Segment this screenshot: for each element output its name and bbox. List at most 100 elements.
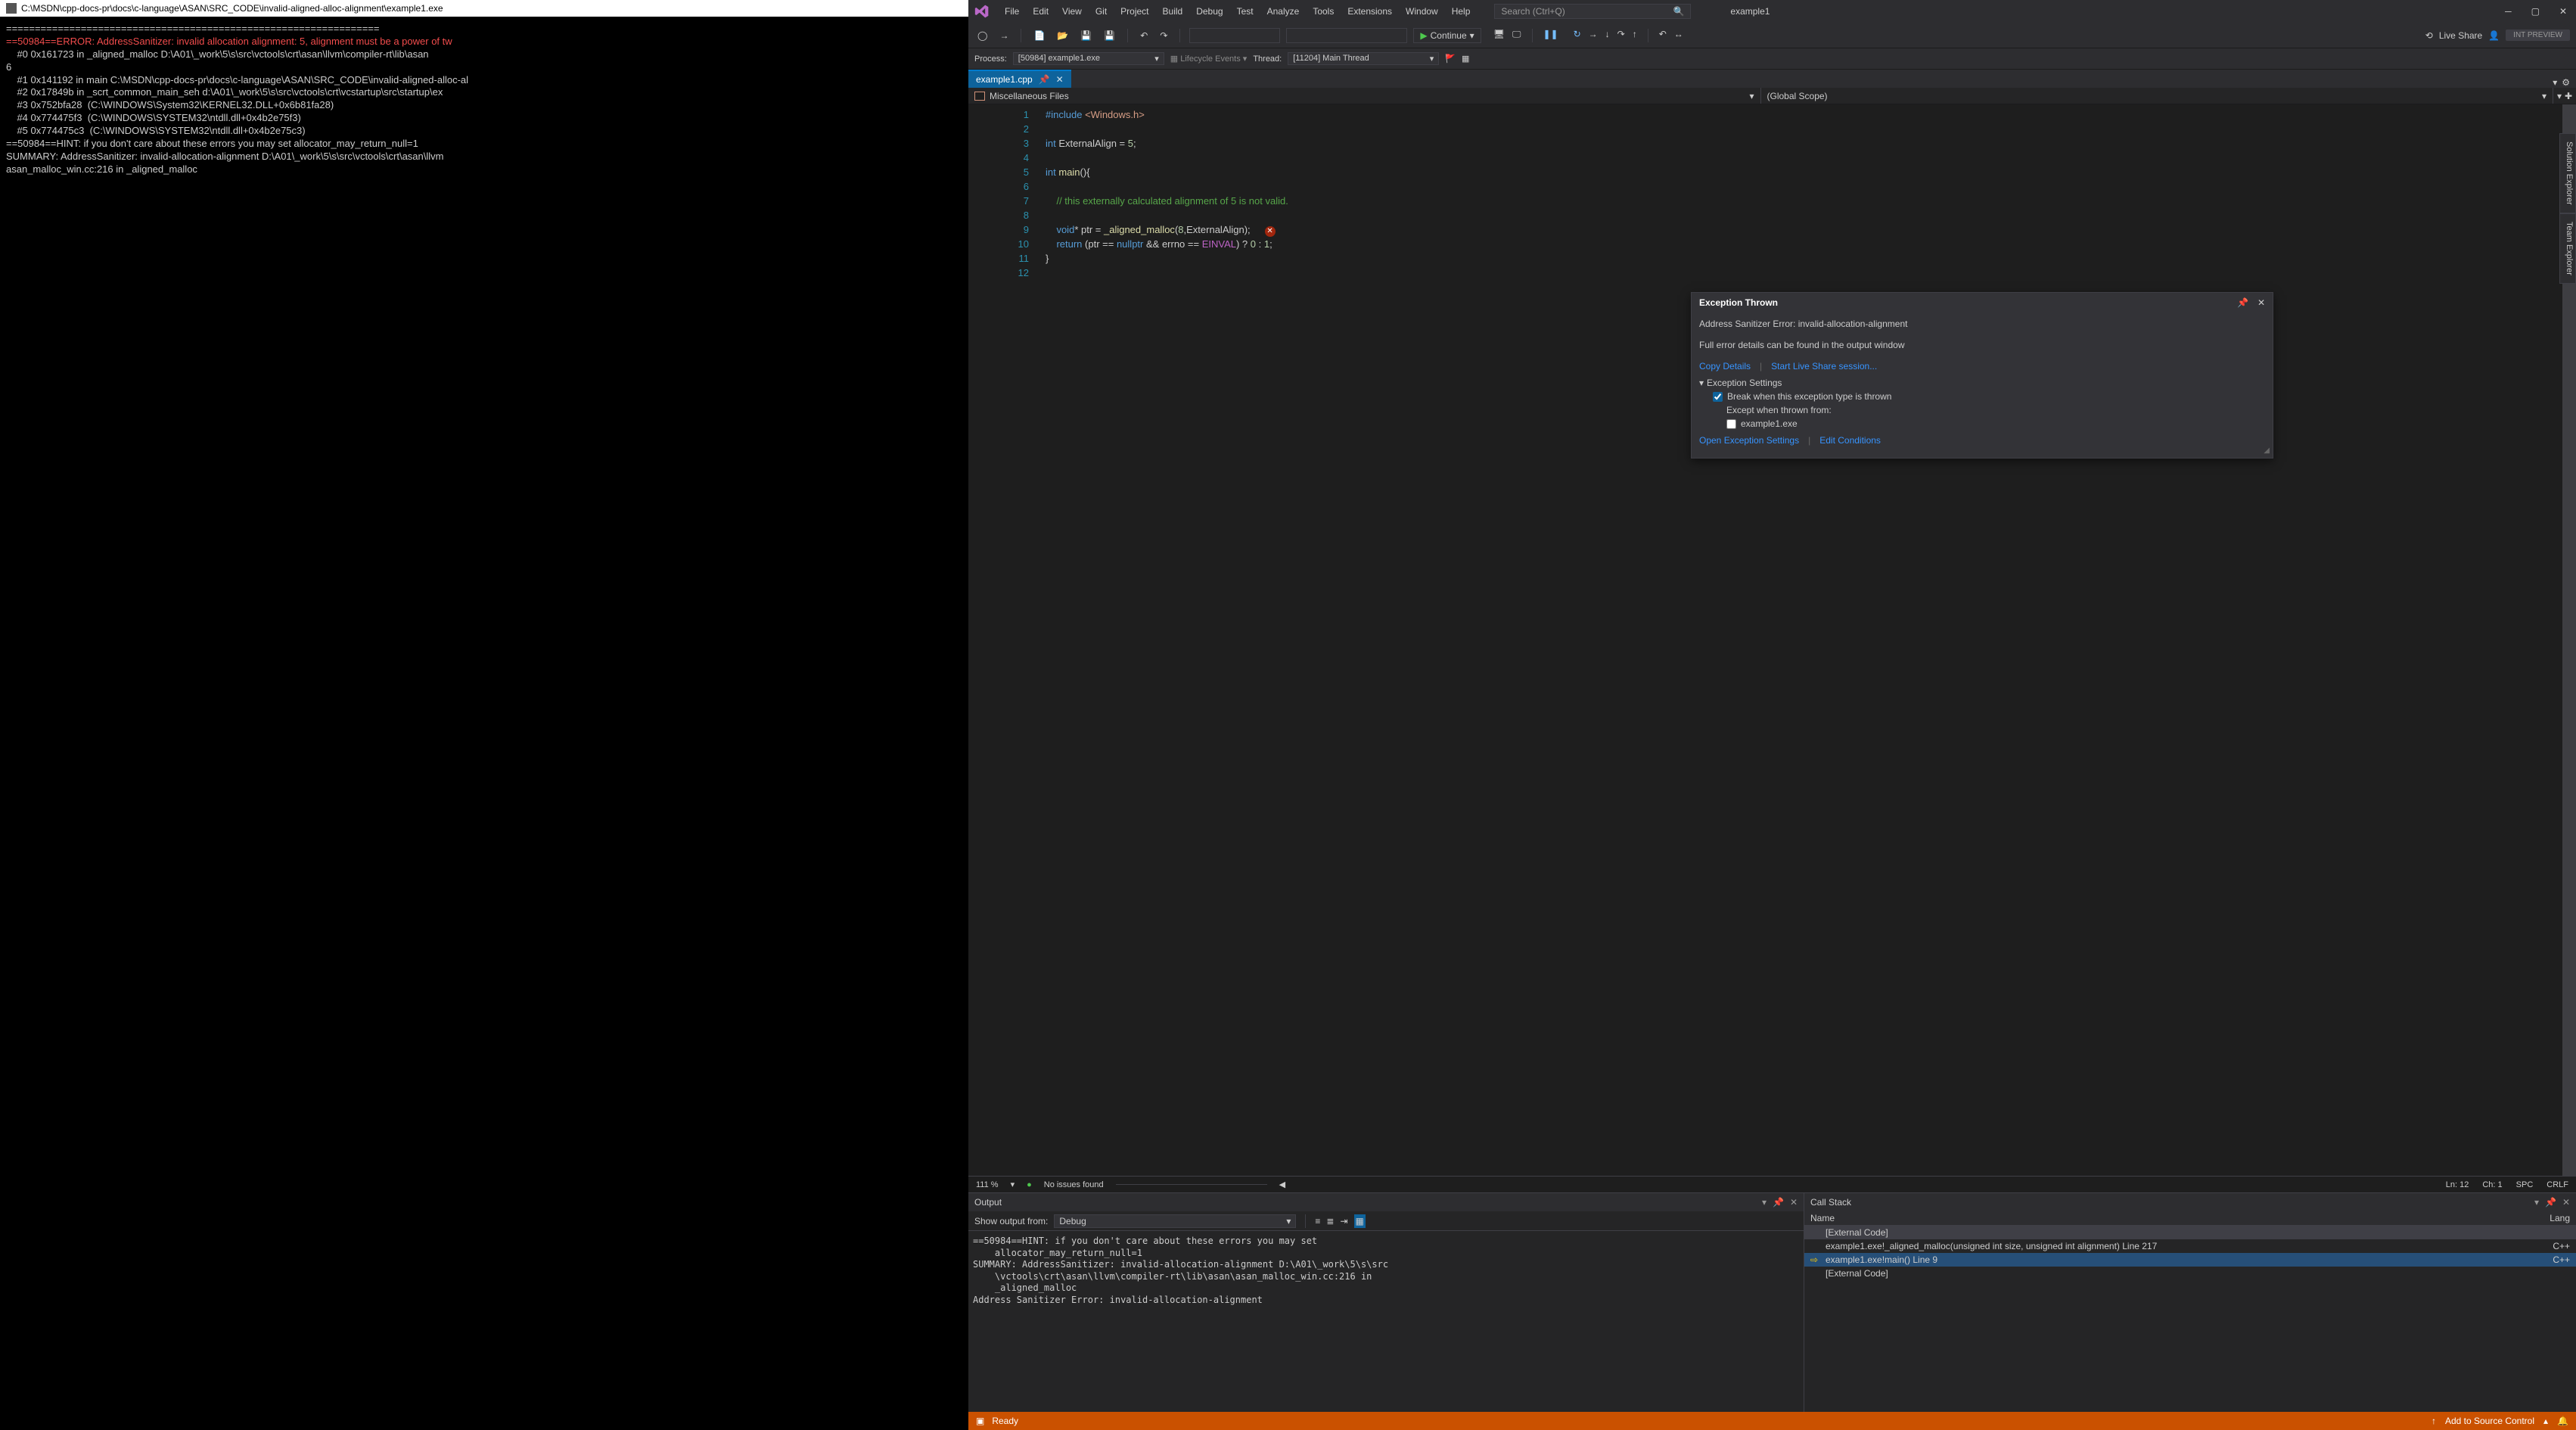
open-icon[interactable]: 📂: [1054, 29, 1071, 42]
clear-output-icon[interactable]: ≡: [1315, 1216, 1320, 1226]
pin-popup-icon[interactable]: 📌: [2237, 297, 2248, 308]
code-editor[interactable]: 123456789101112 #include <Windows.h> int…: [999, 104, 2562, 1176]
pin-icon[interactable]: 📌: [1039, 74, 1050, 85]
tab-example1-cpp[interactable]: example1.cpp 📌 ✕: [968, 70, 1071, 88]
lineending-indicator[interactable]: CRLF: [2546, 1180, 2568, 1189]
menu-edit[interactable]: Edit: [1027, 3, 1055, 20]
menu-file[interactable]: File: [999, 3, 1025, 20]
thread-dropdown[interactable]: [11204] Main Thread▾: [1288, 52, 1439, 65]
pause-icon[interactable]: ❚❚: [1543, 29, 1558, 42]
liveshare-label[interactable]: Live Share: [2439, 30, 2482, 41]
menu-view[interactable]: View: [1056, 3, 1088, 20]
close-popup-icon[interactable]: ✕: [2257, 297, 2265, 308]
menu-tools[interactable]: Tools: [1307, 3, 1340, 20]
close-button[interactable]: ✕: [2556, 6, 2570, 17]
issues-text[interactable]: No issues found: [1044, 1180, 1104, 1189]
maximize-button[interactable]: ▢: [2528, 6, 2543, 17]
menu-debug[interactable]: Debug: [1190, 3, 1229, 20]
play-icon: ▶: [1420, 30, 1427, 41]
toggle-wrap-icon[interactable]: ≣: [1326, 1216, 1334, 1226]
stack-frame-icon[interactable]: ▦: [1462, 54, 1469, 64]
zoom-level[interactable]: 111 %: [976, 1180, 999, 1189]
cs-pin-icon[interactable]: 📌: [2545, 1197, 2556, 1208]
nav-fwd-icon[interactable]: →: [996, 29, 1011, 42]
start-liveshare-link[interactable]: Start Live Share session...: [1771, 361, 1877, 371]
open-exception-settings-link[interactable]: Open Exception Settings: [1699, 435, 1799, 446]
new-file-icon[interactable]: 📄: [1030, 29, 1048, 42]
menu-project[interactable]: Project: [1114, 3, 1154, 20]
step-out-icon[interactable]: ↑: [1633, 29, 1637, 42]
goto-icon[interactable]: ⇥: [1340, 1216, 1347, 1226]
exception-settings-expander[interactable]: ▾ Exception Settings: [1699, 378, 2265, 388]
continue-button[interactable]: ▶ Continue ▾: [1413, 28, 1481, 43]
line-indicator[interactable]: Ln: 12: [2446, 1180, 2469, 1189]
save-icon[interactable]: 💾: [1077, 29, 1095, 42]
source-control-dropdown-icon[interactable]: ▴: [2543, 1416, 2548, 1426]
panel-pin-icon[interactable]: 📌: [1773, 1197, 1784, 1208]
add-icon[interactable]: ✚: [2565, 91, 2572, 101]
notification-icon[interactable]: 🔔: [2557, 1416, 2568, 1426]
lifecycle-events[interactable]: ▦ Lifecycle Events ▾: [1170, 54, 1248, 64]
account-icon[interactable]: 👤: [2488, 30, 2500, 41]
process-label: Process:: [974, 54, 1007, 64]
show-next-icon[interactable]: →: [1589, 29, 1598, 42]
menu-analyze[interactable]: Analyze: [1261, 3, 1306, 20]
callstack-row[interactable]: example1.exe!_aligned_malloc(unsigned in…: [1804, 1239, 2576, 1253]
callstack-panel: Call Stack ▾ 📌 ✕ Name Lang [External Cod…: [1804, 1193, 2576, 1412]
break-when-thrown-checkbox[interactable]: [1713, 392, 1723, 402]
code-content[interactable]: #include <Windows.h> int ExternalAlign =…: [1036, 104, 2562, 1176]
char-indicator[interactable]: Ch: 1: [2482, 1180, 2502, 1189]
breakpoint-margin[interactable]: [968, 104, 999, 1176]
search-box[interactable]: Search (Ctrl+Q) 🔍: [1494, 4, 1691, 19]
menu-git[interactable]: Git: [1089, 3, 1113, 20]
forward-icon[interactable]: ↔: [1674, 29, 1683, 42]
callstack-row[interactable]: [External Code]: [1804, 1267, 2576, 1280]
except-from-checkbox[interactable]: [1726, 419, 1736, 429]
screen-icon[interactable]: 🖵: [1512, 29, 1521, 42]
cs-close-icon[interactable]: ✕: [2562, 1197, 2570, 1208]
panel-close-icon[interactable]: ✕: [1790, 1197, 1798, 1208]
add-source-control-icon[interactable]: ↑: [2432, 1416, 2436, 1426]
process-dropdown[interactable]: [50984] example1.exe▾: [1013, 52, 1164, 65]
liveshare-icon[interactable]: ⟲: [2425, 30, 2433, 41]
config-dropdown[interactable]: [1189, 28, 1280, 43]
scope-dropdown-right[interactable]: (Global Scope) ▾: [1761, 88, 2554, 104]
tab-dropdown-icon[interactable]: ▾: [2553, 77, 2557, 88]
edit-conditions-link[interactable]: Edit Conditions: [1819, 435, 1881, 446]
nav-back-icon[interactable]: ◯: [974, 29, 990, 42]
menu-test[interactable]: Test: [1231, 3, 1260, 20]
split-icon[interactable]: ▾: [2557, 91, 2562, 101]
add-source-control[interactable]: Add to Source Control: [2445, 1416, 2534, 1426]
callstack-row[interactable]: ⇨example1.exe!main() Line 9C++: [1804, 1253, 2576, 1267]
restart-icon[interactable]: ↻: [1574, 29, 1581, 42]
menu-build[interactable]: Build: [1157, 3, 1189, 20]
flag-icon[interactable]: 🚩: [1445, 54, 1456, 64]
browser-icon[interactable]: 🖥: [1493, 29, 1505, 42]
panel-dropdown-icon[interactable]: ▾: [1762, 1197, 1767, 1208]
step-over-icon[interactable]: ↷: [1617, 29, 1625, 42]
save-all-icon[interactable]: 💾: [1101, 29, 1118, 42]
output-text[interactable]: ==50984==HINT: if you don't care about t…: [968, 1231, 1804, 1412]
menu-help[interactable]: Help: [1446, 3, 1477, 20]
step-into-icon[interactable]: ↓: [1605, 29, 1610, 42]
menu-extensions[interactable]: Extensions: [1341, 3, 1398, 20]
undo-icon[interactable]: ↶: [1137, 29, 1151, 42]
settings-icon[interactable]: ⚙: [2562, 77, 2570, 88]
sidetab-team-explorer[interactable]: Team Explorer: [2559, 213, 2576, 284]
resize-grip-icon[interactable]: ◢: [2264, 446, 2270, 455]
scope-dropdown-left[interactable]: Miscellaneous Files ▾: [968, 88, 1761, 104]
callstack-row[interactable]: [External Code]: [1804, 1226, 2576, 1239]
close-tab-icon[interactable]: ✕: [1056, 74, 1064, 85]
copy-details-link[interactable]: Copy Details: [1699, 361, 1751, 371]
cs-dropdown-icon[interactable]: ▾: [2534, 1197, 2539, 1208]
redo-icon[interactable]: ↷: [1157, 29, 1170, 42]
output-filter-icon[interactable]: ▦: [1354, 1214, 1366, 1228]
step-back-icon[interactable]: ↶: [1659, 29, 1667, 42]
indent-indicator[interactable]: SPC: [2516, 1180, 2534, 1189]
menu-window[interactable]: Window: [1400, 3, 1444, 20]
output-source-dropdown[interactable]: Debug▾: [1054, 1214, 1296, 1228]
sidetab-solution-explorer[interactable]: Solution Explorer: [2559, 133, 2576, 213]
editor-area: 123456789101112 #include <Windows.h> int…: [968, 104, 2576, 1176]
platform-dropdown[interactable]: [1286, 28, 1407, 43]
minimize-button[interactable]: ─: [2502, 6, 2515, 17]
